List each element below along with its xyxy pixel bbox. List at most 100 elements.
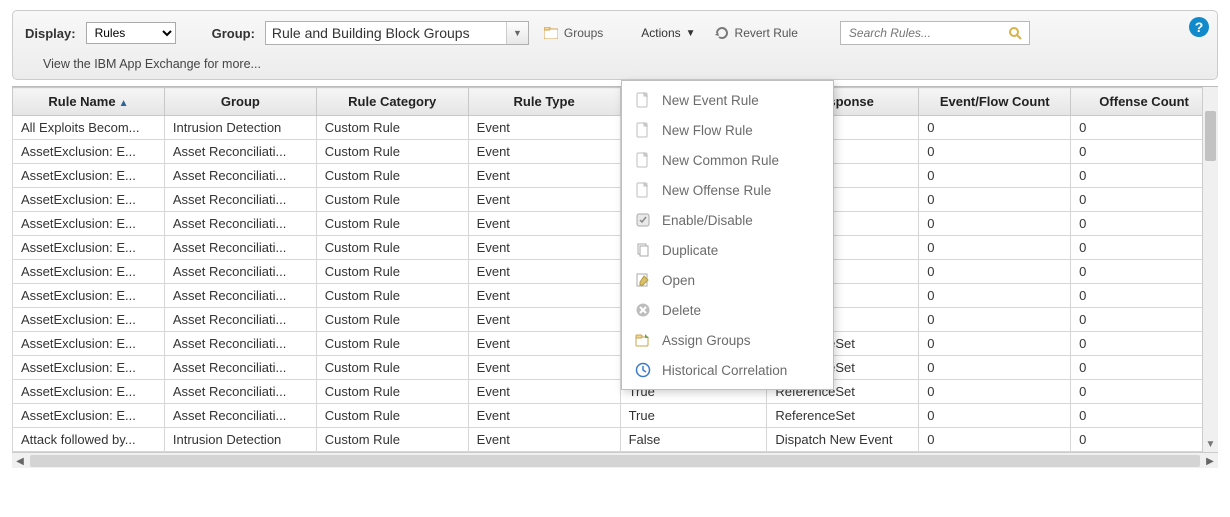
table-row[interactable]: AssetExclusion: E...Asset Reconciliati..… bbox=[13, 188, 1218, 212]
cell-type: Event bbox=[468, 356, 620, 380]
table-row[interactable]: Attack followed by...Intrusion Detection… bbox=[13, 428, 1218, 452]
cell-cat: Custom Rule bbox=[316, 356, 468, 380]
menu-item-historical-correlation[interactable]: Historical Correlation bbox=[622, 355, 833, 385]
cell-group: Intrusion Detection bbox=[164, 116, 316, 140]
scrollbar-thumb[interactable] bbox=[30, 455, 1200, 467]
cell-efc: 0 bbox=[919, 116, 1071, 140]
cell-cat: Custom Rule bbox=[316, 332, 468, 356]
scrollbar-thumb[interactable] bbox=[1205, 111, 1216, 161]
menu-item-new-offense-rule[interactable]: New Offense Rule bbox=[622, 175, 833, 205]
menu-item-open[interactable]: Open bbox=[622, 265, 833, 295]
menu-item-assign-groups[interactable]: Assign Groups bbox=[622, 325, 833, 355]
cell-oc: 0 bbox=[1071, 164, 1218, 188]
search-box[interactable] bbox=[840, 21, 1030, 45]
cell-efc: 0 bbox=[919, 212, 1071, 236]
rules-table-area: Rule Name▲ Group Rule Category Rule Type… bbox=[12, 86, 1218, 452]
cell-type: Event bbox=[468, 188, 620, 212]
cell-cat: Custom Rule bbox=[316, 188, 468, 212]
cell-type: Event bbox=[468, 212, 620, 236]
menu-item-new-flow-rule[interactable]: New Flow Rule bbox=[622, 115, 833, 145]
menu-item-label: New Flow Rule bbox=[662, 123, 753, 138]
col-offense-count[interactable]: Offense Count bbox=[1071, 88, 1218, 116]
cell-response: Dispatch New Event bbox=[767, 428, 919, 452]
horizontal-scrollbar[interactable]: ◀ ▶ bbox=[12, 452, 1218, 468]
app-exchange-link[interactable]: View the IBM App Exchange for more... bbox=[43, 57, 261, 71]
clock-icon bbox=[634, 361, 652, 379]
table-row[interactable]: AssetExclusion: E...Asset Reconciliati..… bbox=[13, 140, 1218, 164]
cell-efc: 0 bbox=[919, 308, 1071, 332]
cell-type: Event bbox=[468, 236, 620, 260]
cell-efc: 0 bbox=[919, 380, 1071, 404]
menu-item-duplicate[interactable]: Duplicate bbox=[622, 235, 833, 265]
cell-cat: Custom Rule bbox=[316, 140, 468, 164]
cell-type: Event bbox=[468, 164, 620, 188]
menu-item-label: Duplicate bbox=[662, 243, 718, 258]
col-rule-category[interactable]: Rule Category bbox=[316, 88, 468, 116]
cell-oc: 0 bbox=[1071, 356, 1218, 380]
menu-item-delete[interactable]: Delete bbox=[622, 295, 833, 325]
table-row[interactable]: AssetExclusion: E...Asset Reconciliati..… bbox=[13, 236, 1218, 260]
actions-button[interactable]: Actions ▼ bbox=[637, 24, 699, 42]
scroll-right-arrow-icon[interactable]: ▶ bbox=[1202, 453, 1218, 469]
menu-item-label: Historical Correlation bbox=[662, 363, 787, 378]
scroll-left-arrow-icon[interactable]: ◀ bbox=[12, 453, 28, 469]
table-row[interactable]: AssetExclusion: E...Asset Reconciliati..… bbox=[13, 380, 1218, 404]
col-group[interactable]: Group bbox=[164, 88, 316, 116]
table-row[interactable]: AssetExclusion: E...Asset Reconciliati..… bbox=[13, 164, 1218, 188]
chevron-down-icon: ▼ bbox=[686, 28, 696, 39]
group-select[interactable]: Rule and Building Block Groups ▼ bbox=[265, 21, 529, 45]
table-row[interactable]: AssetExclusion: E...Asset Reconciliati..… bbox=[13, 404, 1218, 428]
groups-button[interactable]: Groups bbox=[539, 23, 607, 43]
cell-group: Asset Reconciliati... bbox=[164, 164, 316, 188]
help-icon[interactable]: ? bbox=[1189, 17, 1209, 37]
vertical-scrollbar[interactable]: ▼ bbox=[1202, 87, 1218, 452]
cell-type: Event bbox=[468, 332, 620, 356]
table-row[interactable]: AssetExclusion: E...Asset Reconciliati..… bbox=[13, 308, 1218, 332]
sort-asc-icon: ▲ bbox=[119, 98, 129, 109]
cell-cat: Custom Rule bbox=[316, 116, 468, 140]
cell-type: Event bbox=[468, 260, 620, 284]
cell-name: AssetExclusion: E... bbox=[13, 380, 165, 404]
page-icon bbox=[634, 91, 652, 109]
copy-icon bbox=[634, 241, 652, 259]
menu-item-new-common-rule[interactable]: New Common Rule bbox=[622, 145, 833, 175]
toggle-icon bbox=[634, 211, 652, 229]
revert-rule-button[interactable]: Revert Rule bbox=[710, 23, 802, 43]
table-row[interactable]: AssetExclusion: E...Asset Reconciliati..… bbox=[13, 332, 1218, 356]
menu-item-new-event-rule[interactable]: New Event Rule bbox=[622, 85, 833, 115]
table-row[interactable]: AssetExclusion: E...Asset Reconciliati..… bbox=[13, 284, 1218, 308]
toolbar: ? Display: Rules Group: Rule and Buildin… bbox=[12, 10, 1218, 80]
group-select-dropdown-button[interactable]: ▼ bbox=[506, 22, 528, 44]
cell-type: Event bbox=[468, 284, 620, 308]
scroll-down-arrow-icon[interactable]: ▼ bbox=[1203, 439, 1218, 450]
table-row[interactable]: All Exploits Becom...Intrusion Detection… bbox=[13, 116, 1218, 140]
table-row[interactable]: AssetExclusion: E...Asset Reconciliati..… bbox=[13, 356, 1218, 380]
menu-item-label: Delete bbox=[662, 303, 701, 318]
cell-enabled: False bbox=[620, 428, 767, 452]
col-rule-name[interactable]: Rule Name▲ bbox=[13, 88, 165, 116]
cell-type: Event bbox=[468, 116, 620, 140]
search-input[interactable] bbox=[847, 25, 1008, 41]
cell-group: Asset Reconciliati... bbox=[164, 140, 316, 164]
table-row[interactable]: AssetExclusion: E...Asset Reconciliati..… bbox=[13, 212, 1218, 236]
groups-button-label: Groups bbox=[564, 26, 603, 40]
cell-oc: 0 bbox=[1071, 260, 1218, 284]
menu-item-label: New Offense Rule bbox=[662, 183, 771, 198]
cell-name: AssetExclusion: E... bbox=[13, 332, 165, 356]
rules-table: Rule Name▲ Group Rule Category Rule Type… bbox=[12, 87, 1218, 452]
menu-item-enable-disable[interactable]: Enable/Disable bbox=[622, 205, 833, 235]
cell-name: AssetExclusion: E... bbox=[13, 356, 165, 380]
menu-item-label: Open bbox=[662, 273, 695, 288]
display-select[interactable]: Rules bbox=[86, 22, 176, 44]
cell-cat: Custom Rule bbox=[316, 260, 468, 284]
col-rule-type[interactable]: Rule Type bbox=[468, 88, 620, 116]
cell-efc: 0 bbox=[919, 188, 1071, 212]
revert-icon bbox=[714, 25, 730, 41]
cell-oc: 0 bbox=[1071, 404, 1218, 428]
table-row[interactable]: AssetExclusion: E...Asset Reconciliati..… bbox=[13, 260, 1218, 284]
cell-efc: 0 bbox=[919, 356, 1071, 380]
cell-efc: 0 bbox=[919, 236, 1071, 260]
search-icon[interactable] bbox=[1008, 25, 1023, 41]
cell-efc: 0 bbox=[919, 284, 1071, 308]
col-event-flow-count[interactable]: Event/Flow Count bbox=[919, 88, 1071, 116]
